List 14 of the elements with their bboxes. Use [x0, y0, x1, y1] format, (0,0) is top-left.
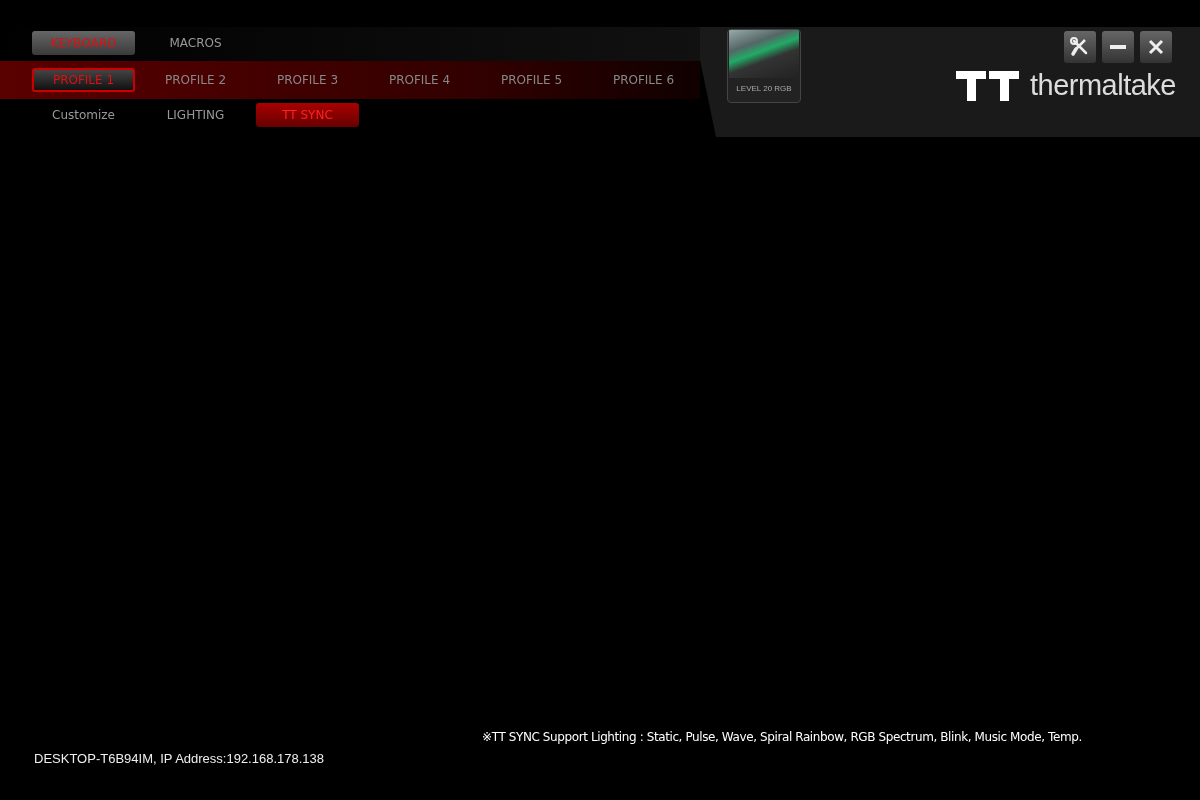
profile-tab[interactable]: PROFILE 5 — [480, 68, 583, 92]
logo-text: thermaltake — [1030, 69, 1176, 102]
sub-tab[interactable]: LIGHTING — [144, 103, 247, 127]
profile-tab[interactable]: PROFILE 2 — [144, 68, 247, 92]
device-thumbnail[interactable]: LEVEL 20 RGB — [727, 29, 801, 103]
main-tab[interactable]: MACROS — [144, 31, 247, 55]
sub-tab[interactable]: Customize — [32, 103, 135, 127]
profile-tab[interactable]: PROFILE 3 — [256, 68, 359, 92]
profile-tab[interactable]: PROFILE 4 — [368, 68, 471, 92]
support-note: ※TT SYNC Support Lighting : Static, Pulse, Wave, Spiral Rainbow, RGB Spectrum, Blink, Music Mode, Temp. — [482, 730, 1082, 744]
host-info: DESKTOP-T6B94IM, IP Address:192.168.178.138 — [34, 751, 325, 766]
profile-tab[interactable]: PROFILE 6 — [592, 68, 695, 92]
device-name: LEVEL 20 RGB — [736, 84, 792, 93]
profile-tab[interactable]: PROFILE 1 — [32, 68, 135, 92]
